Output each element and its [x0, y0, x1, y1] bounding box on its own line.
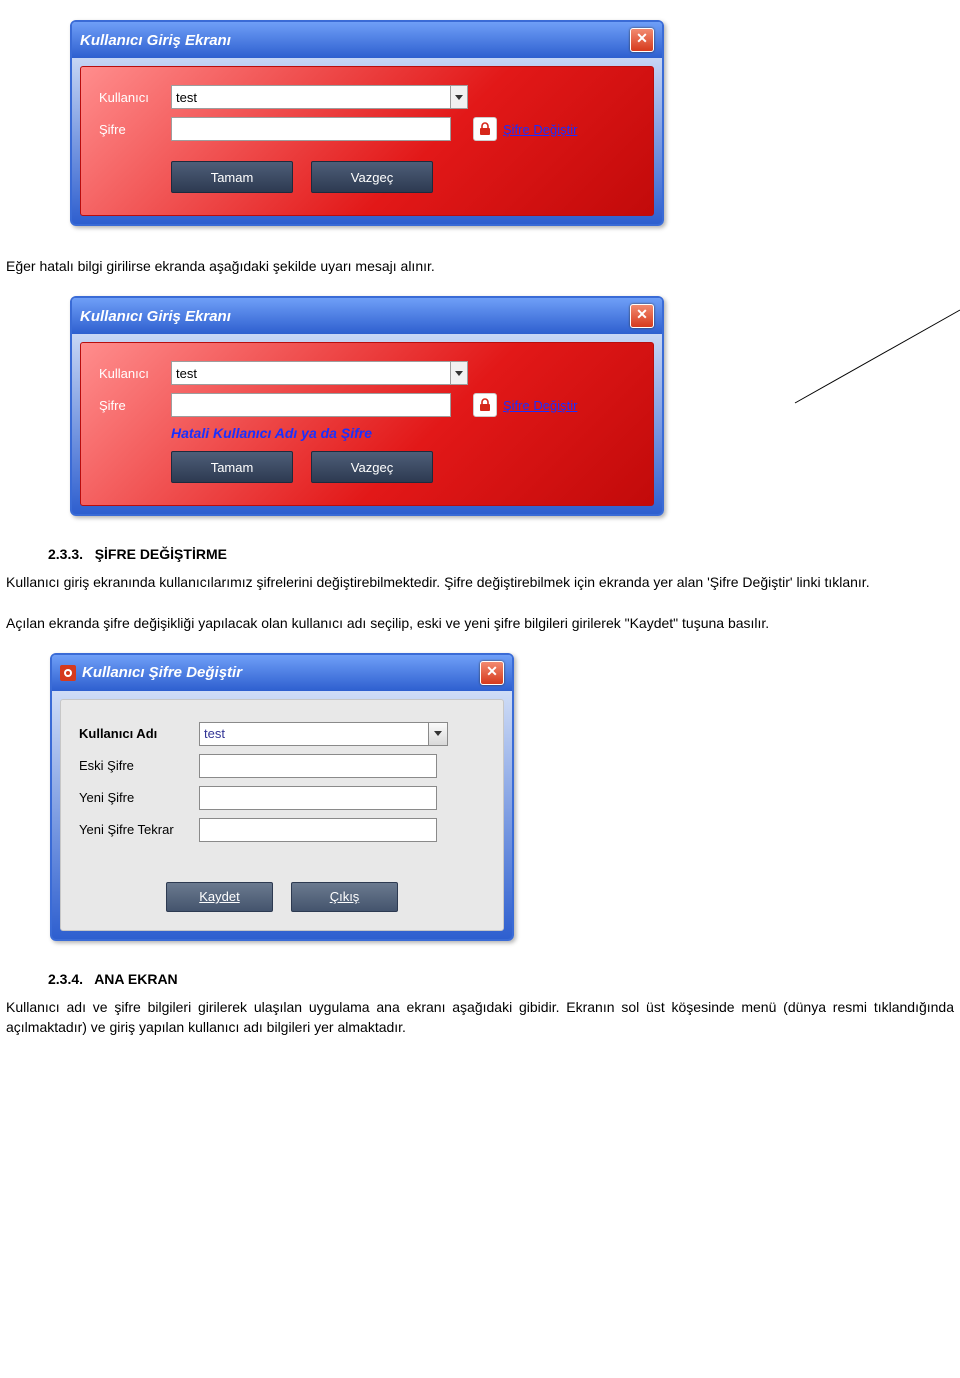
dialog-title: Kullanıcı Giriş Ekranı [80, 32, 231, 49]
password-panel: Kullanıcı Adı test Eski Şifre Yeni Şifre [60, 699, 504, 931]
chevron-down-icon[interactable] [451, 361, 468, 385]
old-password-label: Eski Şifre [79, 758, 199, 773]
repeat-password-label: Yeni Şifre Tekrar [79, 822, 199, 837]
user-input[interactable]: test [171, 85, 451, 109]
change-password-link[interactable]: Şifre Değiştir [503, 398, 577, 413]
cancel-button[interactable]: Vazgeç [311, 161, 433, 193]
user-combo[interactable]: test [171, 85, 468, 109]
user-label: Kullanıcı [99, 90, 171, 105]
old-password-input[interactable] [199, 754, 437, 778]
password-input[interactable] [171, 393, 451, 417]
user-label: Kullanıcı Adı [79, 726, 199, 741]
password-input[interactable] [171, 117, 451, 141]
change-password-link[interactable]: Şifre Değiştir [503, 122, 577, 137]
login-dialog-2: Hatalı giriş Kullanıcı Giriş Ekranı ✕ Ku… [70, 296, 960, 516]
chevron-down-icon[interactable] [451, 85, 468, 109]
close-icon[interactable]: ✕ [630, 28, 654, 52]
user-combo-input[interactable]: test [199, 722, 429, 746]
chevron-down-icon[interactable] [429, 722, 448, 746]
titlebar: Kullanıcı Giriş Ekranı ✕ [72, 298, 662, 334]
login-panel: Kullanıcı test Şifre Şifre Değ [80, 66, 654, 216]
user-combo[interactable]: test [171, 361, 468, 385]
user-label: Kullanıcı [99, 366, 171, 381]
new-password-label: Yeni Şifre [79, 790, 199, 805]
exit-button[interactable]: Çıkış [291, 882, 398, 912]
password-label: Şifre [99, 122, 171, 137]
titlebar: Kullanıcı Şifre Değiştir ✕ [52, 655, 512, 691]
error-message: Hatali Kullanıcı Adı ya da Şifre [171, 425, 635, 441]
ok-button[interactable]: Tamam [171, 451, 293, 483]
paragraph-2: Kullanıcı giriş ekranında kullanıcılarım… [6, 572, 954, 592]
user-input[interactable]: test [171, 361, 451, 385]
cancel-button[interactable]: Vazgeç [311, 451, 433, 483]
password-change-dialog: Kullanıcı Şifre Değiştir ✕ Kullanıcı Adı… [50, 653, 960, 941]
section-heading-233: 2.3.3. ŞİFRE DEĞİŞTİRME [48, 546, 960, 562]
repeat-password-input[interactable] [199, 818, 437, 842]
ok-button[interactable]: Tamam [171, 161, 293, 193]
app-icon [60, 665, 76, 681]
lock-icon [473, 117, 497, 141]
login-dialog-1: Kullanıcı Giriş Ekranı ✕ Kullanıcı test … [70, 20, 960, 226]
dialog-title: Kullanıcı Şifre Değiştir [82, 664, 242, 681]
paragraph-3: Açılan ekranda şifre değişikliği yapılac… [6, 613, 954, 633]
paragraph-4: Kullanıcı adı ve şifre bilgileri giriler… [6, 997, 954, 1038]
close-icon[interactable]: ✕ [630, 304, 654, 328]
close-icon[interactable]: ✕ [480, 661, 504, 685]
new-password-input[interactable] [199, 786, 437, 810]
callout-line [700, 308, 960, 428]
section-heading-234: 2.3.4. ANA EKRAN [48, 971, 960, 987]
dialog-title: Kullanıcı Giriş Ekranı [80, 308, 231, 325]
titlebar: Kullanıcı Giriş Ekranı ✕ [72, 22, 662, 58]
password-label: Şifre [99, 398, 171, 413]
paragraph-1: Eğer hatalı bilgi girilirse ekranda aşağ… [6, 256, 954, 276]
save-button[interactable]: Kaydet [166, 882, 273, 912]
login-panel: Kullanıcı test Şifre Şifre Değ [80, 342, 654, 506]
lock-icon [473, 393, 497, 417]
